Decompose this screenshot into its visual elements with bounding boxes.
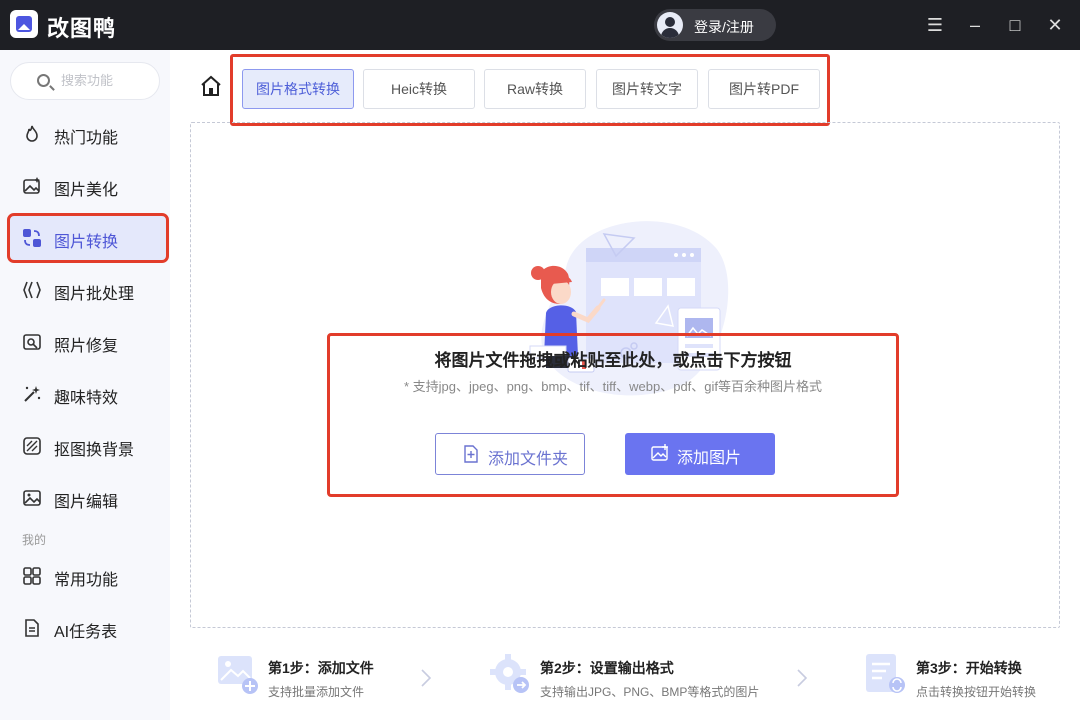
add-folder-button[interactable]: 添加文件夹 [435, 433, 585, 475]
convert-icon [23, 229, 41, 247]
settings-step-icon [490, 654, 529, 693]
step-title: 第1步：添加文件 [268, 660, 374, 676]
sidebar-item-label: 常用功能 [54, 572, 119, 589]
add-file-icon [464, 445, 478, 463]
sidebar-item-common[interactable]: 常用功能 [10, 554, 166, 598]
sidebar: 热门功能 图片美化 图片转换 图片批处理 照片修复 趣味特效 抠图换背景 图片编… [0, 50, 170, 720]
app-title: 改图鸭 [47, 16, 117, 41]
sidebar-item-label: 图片美化 [54, 182, 119, 199]
steps-bar: 第1步：添加文件 支持批量添加文件 第2步：设置输出格式 支持输出JPG、PNG… [170, 640, 1080, 710]
menu-icon[interactable]: ☰ [922, 12, 948, 38]
step-title: 第2步：设置输出格式 [540, 660, 674, 676]
sidebar-item-label: 抠图换背景 [54, 442, 135, 459]
drop-title: 将图片文件拖拽或粘贴至此处，或点击下方按钮 [434, 351, 792, 370]
step-title: 第3步：开始转换 [916, 660, 1022, 676]
search-input[interactable] [61, 73, 156, 88]
batch-icon [23, 281, 41, 299]
maximize-icon[interactable]: □ [1002, 12, 1028, 38]
sidebar-item-label: 热门功能 [54, 130, 119, 147]
sidebar-item-batch[interactable]: 图片批处理 [10, 268, 166, 312]
drop-instructions: 将图片文件拖拽或粘贴至此处，或点击下方按钮 * 支持jpg、jpeg、png、b… [327, 333, 899, 497]
sidebar-item-edit[interactable]: 图片编辑 [10, 476, 166, 520]
title-bar: 改图鸭 登录/注册 ☰ – □ ✕ [0, 0, 1080, 50]
add-file-step-icon [218, 656, 258, 694]
document-icon [25, 619, 39, 637]
minimize-icon[interactable]: – [962, 12, 988, 38]
sidebar-item-label: 图片编辑 [54, 494, 119, 511]
add-image-button[interactable]: 添加图片 [625, 433, 775, 475]
chevron-right-icon [797, 669, 808, 687]
tab-format-convert[interactable]: 图片格式转换 [242, 69, 354, 109]
section-label-mine: 我的 [22, 533, 47, 547]
image-sparkle-icon [23, 177, 40, 194]
tab-bar: 图片格式转换 Heic转换 Raw转换 图片转文字 图片转PDF [230, 54, 830, 126]
repair-icon [23, 334, 41, 350]
sidebar-item-ai-tasks[interactable]: AI任务表 [10, 606, 166, 650]
tab-image-to-text[interactable]: 图片转文字 [596, 69, 698, 109]
tab-heic[interactable]: Heic转换 [363, 69, 475, 109]
app-logo-icon [10, 10, 38, 38]
magic-wand-icon [24, 386, 41, 402]
main-panel: 图片格式转换 Heic转换 Raw转换 图片转文字 图片转PDF 将图片文件拖拽… [170, 50, 1080, 720]
search-box[interactable] [10, 62, 160, 100]
supported-formats: * 支持jpg、jpeg、png、bmp、tif、tiff、webp、pdf、g… [403, 379, 823, 394]
step-desc: 支持批量添加文件 [268, 685, 365, 699]
step-desc: 支持输出JPG、PNG、BMP等格式的图片 [540, 685, 760, 699]
add-image-icon [651, 444, 668, 461]
login-button[interactable]: 登录/注册 [654, 9, 776, 41]
sidebar-item-repair[interactable]: 照片修复 [10, 320, 166, 364]
sidebar-item-convert[interactable]: 图片转换 [7, 213, 169, 263]
convert-step-icon [866, 654, 905, 693]
avatar-icon [657, 12, 683, 38]
sidebar-item-label: AI任务表 [54, 624, 118, 641]
login-label: 登录/注册 [694, 19, 754, 35]
grid-icon [23, 567, 41, 585]
cutout-icon [23, 437, 41, 455]
home-icon[interactable] [200, 75, 222, 97]
edit-image-icon [23, 490, 41, 506]
sidebar-item-effects[interactable]: 趣味特效 [10, 372, 166, 416]
sidebar-item-beautify[interactable]: 图片美化 [10, 164, 166, 208]
step-desc: 点击转换按钮开始转换 [916, 685, 1037, 699]
chevron-right-icon [421, 669, 432, 687]
add-image-label: 添加图片 [677, 450, 742, 467]
sidebar-item-label: 图片批处理 [54, 286, 135, 303]
sidebar-item-hot[interactable]: 热门功能 [10, 112, 166, 156]
sidebar-item-cutout[interactable]: 抠图换背景 [10, 424, 166, 468]
sidebar-item-label: 照片修复 [54, 338, 119, 355]
sidebar-item-label: 趣味特效 [54, 390, 119, 407]
sidebar-item-label: 图片转换 [54, 234, 119, 251]
tab-image-to-pdf[interactable]: 图片转PDF [708, 69, 820, 109]
close-icon[interactable]: ✕ [1042, 12, 1068, 38]
search-icon [37, 74, 50, 87]
add-folder-label: 添加文件夹 [488, 451, 569, 468]
tab-raw[interactable]: Raw转换 [484, 69, 586, 109]
fire-icon [26, 125, 38, 142]
